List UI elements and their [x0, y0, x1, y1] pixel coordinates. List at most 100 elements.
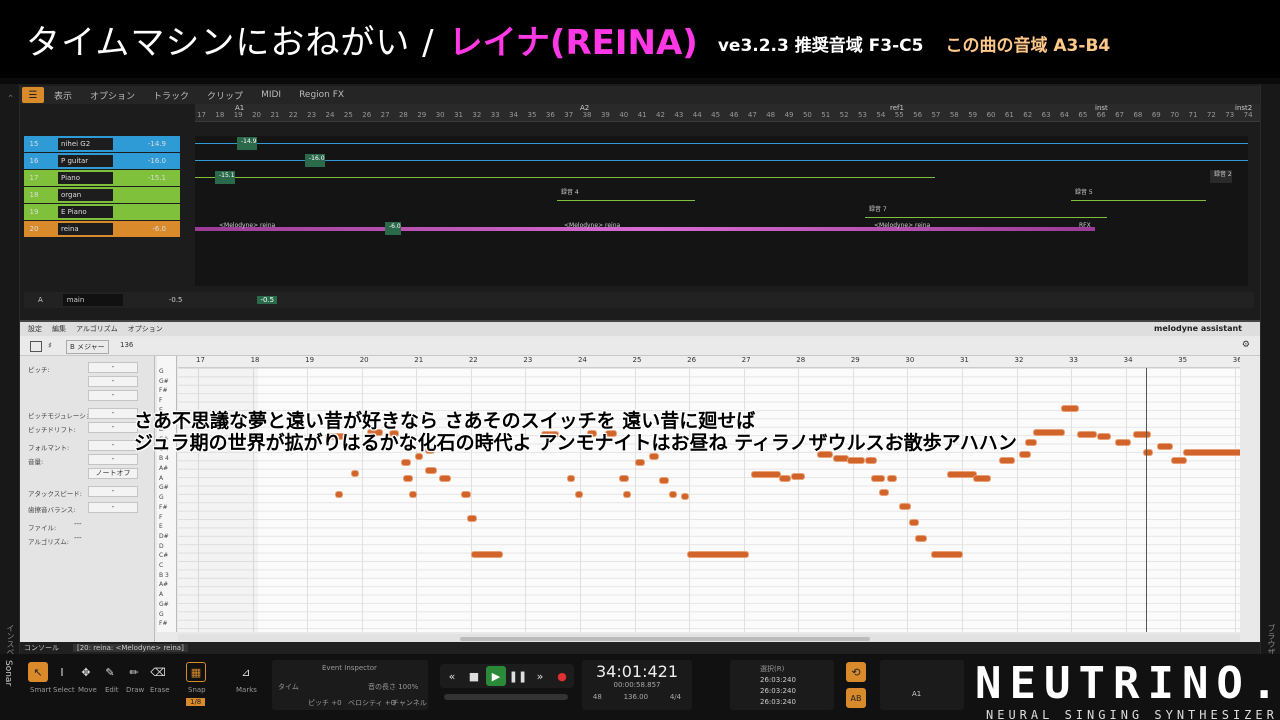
- ruler-marker[interactable]: A1: [235, 104, 244, 112]
- note-blob[interactable]: [568, 476, 574, 481]
- erase-tool-icon[interactable]: ⌫: [148, 662, 168, 682]
- param-value[interactable]: -: [88, 440, 138, 451]
- param-value[interactable]: -: [88, 408, 138, 419]
- pitch-grid[interactable]: [178, 368, 1240, 632]
- scale-icon[interactable]: ♯: [48, 341, 52, 350]
- note-blob[interactable]: [872, 476, 884, 481]
- track-row[interactable]: 15 nihei G2 -14.9: [24, 136, 180, 152]
- note-blob[interactable]: [752, 472, 780, 477]
- menu-icon[interactable]: ☰: [22, 87, 44, 103]
- melodyne-menu-options[interactable]: オプション: [128, 324, 163, 334]
- note-blob[interactable]: [910, 520, 918, 525]
- param-value[interactable]: ノートオフ: [88, 468, 138, 479]
- tab-console[interactable]: コンソール: [24, 643, 59, 653]
- note-blob[interactable]: [1158, 444, 1172, 449]
- tempo-display[interactable]: 136.00: [624, 693, 649, 701]
- draw-tool-icon[interactable]: ✏: [124, 662, 144, 682]
- track-row[interactable]: 19 E Piano: [24, 204, 180, 220]
- menu-regionfx[interactable]: Region FX: [299, 90, 344, 100]
- key-select[interactable]: B メジャー: [66, 340, 109, 354]
- note-blob[interactable]: [440, 476, 450, 481]
- timeline-ruler[interactable]: 17 18 19 20 21 22 23 24 25 26 27 28 29 30 31 32 33 34 35 36…: [195, 104, 1260, 122]
- track-name[interactable]: Piano: [58, 172, 113, 184]
- note-blob[interactable]: [404, 476, 412, 481]
- note-blob[interactable]: [410, 492, 416, 497]
- track-name[interactable]: reina: [58, 223, 113, 235]
- track-volume[interactable]: -6.0: [152, 225, 166, 233]
- move-tool-icon[interactable]: ✥: [76, 662, 96, 682]
- note-blob[interactable]: [792, 474, 804, 479]
- menu-midi[interactable]: MIDI: [261, 90, 281, 100]
- loop-icon[interactable]: ⟲: [846, 662, 866, 682]
- selection-length[interactable]: 26:03:240: [760, 698, 796, 706]
- selection-end[interactable]: 26:03:240: [760, 687, 796, 695]
- clip-melodyne-2[interactable]: <Melodyne> reina: [560, 221, 620, 234]
- note-blob[interactable]: [1184, 450, 1240, 455]
- clip-rec4[interactable]: 録音 4: [557, 188, 695, 201]
- note-blob[interactable]: [336, 492, 342, 497]
- melodyne-menu-algorithm[interactable]: アルゴリズム: [76, 324, 118, 334]
- track-name[interactable]: organ: [58, 189, 113, 201]
- menu-clip[interactable]: クリップ: [207, 89, 243, 102]
- melodyne-menu-edit[interactable]: 編集: [52, 324, 66, 334]
- tab-melodyne[interactable]: [20: reina: <Melodyne> reina]: [73, 644, 188, 652]
- note-blob[interactable]: [468, 516, 476, 521]
- clip-rec5[interactable]: 録音 5: [1071, 188, 1206, 201]
- edit-tool-icon[interactable]: ✎: [100, 662, 120, 682]
- track-name[interactable]: nihei G2: [58, 138, 113, 150]
- note-blob[interactable]: [402, 460, 410, 465]
- pause-icon[interactable]: ❚❚: [508, 666, 528, 686]
- collapse-icon[interactable]: ‹: [5, 94, 15, 98]
- bus-volume[interactable]: -0.5: [169, 296, 183, 304]
- melodyne-ruler[interactable]: 17 18 19 20 21 22 23 24 25 26 27 28 29 30 31 32 33 34 35 36: [178, 356, 1240, 368]
- right-dock[interactable]: ブラウザ: [1260, 84, 1280, 720]
- note-blob[interactable]: [688, 552, 748, 557]
- param-value[interactable]: -: [88, 362, 138, 373]
- note-blob[interactable]: [880, 490, 888, 495]
- note-blob[interactable]: [1172, 458, 1186, 463]
- snap-value[interactable]: 1/8: [186, 698, 206, 706]
- note-blob[interactable]: [660, 478, 668, 483]
- record-icon[interactable]: ●: [552, 666, 572, 686]
- clip-melodyne-1[interactable]: <Melodyne> reina: [215, 221, 275, 234]
- menu-track[interactable]: トラック: [153, 89, 189, 102]
- track-volume[interactable]: -16.0: [148, 157, 166, 165]
- marks-icon[interactable]: ⊿: [236, 662, 256, 682]
- param-value[interactable]: -: [88, 486, 138, 497]
- note-blob[interactable]: [932, 552, 962, 557]
- note-blob[interactable]: [866, 458, 876, 463]
- note-blob[interactable]: [1000, 458, 1014, 463]
- playhead[interactable]: [1146, 368, 1147, 632]
- track-name[interactable]: E Piano: [58, 206, 113, 218]
- note-blob[interactable]: [900, 504, 910, 509]
- param-value[interactable]: -: [88, 422, 138, 433]
- meter-display[interactable]: 4/4: [670, 693, 681, 701]
- note-blob[interactable]: [916, 536, 926, 541]
- timecode[interactable]: 34:01:421: [582, 662, 692, 681]
- note-blob[interactable]: [624, 492, 630, 497]
- position-slider[interactable]: [444, 694, 568, 700]
- track-volume[interactable]: -14.9: [148, 140, 166, 148]
- note-blob[interactable]: [1134, 432, 1150, 437]
- note-blob[interactable]: [834, 456, 848, 461]
- ruler-marker[interactable]: ref1: [890, 104, 904, 112]
- note-blob[interactable]: [682, 494, 688, 499]
- track-row[interactable]: 18 organ: [24, 187, 180, 203]
- note-blob[interactable]: [974, 476, 990, 481]
- left-dock[interactable]: ‹ インスペクタ: [0, 84, 20, 720]
- menu-view[interactable]: 表示: [54, 89, 72, 102]
- param-value[interactable]: -: [88, 390, 138, 401]
- ruler-marker[interactable]: inst2: [1235, 104, 1252, 112]
- note-blob[interactable]: [670, 492, 676, 497]
- track-row[interactable]: 20 reina -6.0: [24, 221, 180, 237]
- track-row[interactable]: 16 P guitar -16.0: [24, 153, 180, 169]
- tempo-field[interactable]: 136: [120, 341, 133, 349]
- param-value[interactable]: -: [88, 376, 138, 387]
- track-row[interactable]: 17 Piano -15.1: [24, 170, 180, 186]
- stop-icon[interactable]: ■: [464, 666, 484, 686]
- note-blob[interactable]: [472, 552, 502, 557]
- note-blob[interactable]: [848, 458, 864, 463]
- marker-a1[interactable]: A1: [912, 690, 921, 698]
- rewind-icon[interactable]: «: [442, 666, 462, 686]
- play-icon[interactable]: ▶: [486, 666, 506, 686]
